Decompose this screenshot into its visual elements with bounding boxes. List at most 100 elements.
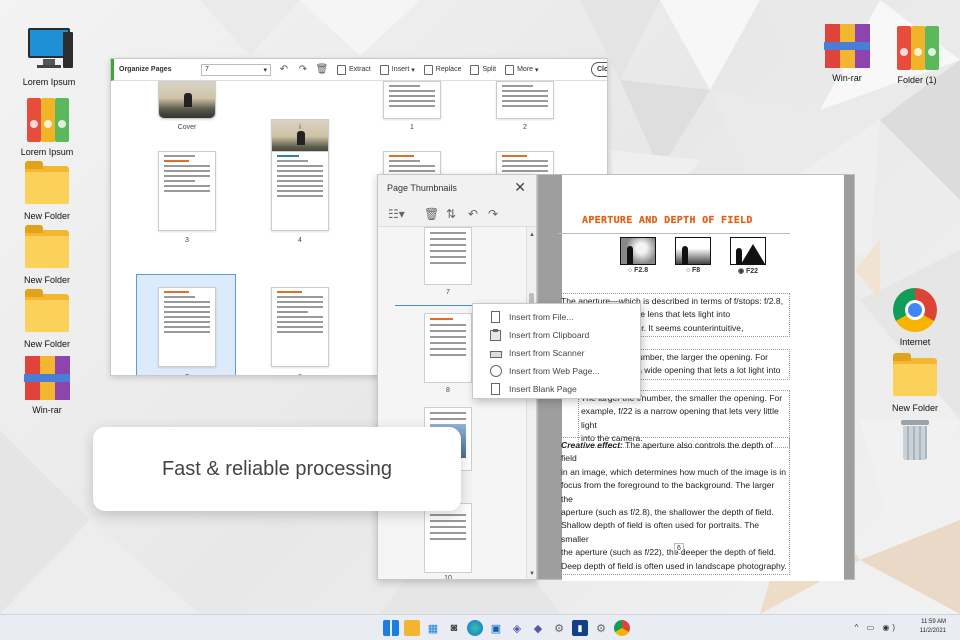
scroll-down-icon[interactable]: ▼ <box>529 571 535 577</box>
page-heading-text: APERTURE AND DEPTH OF FIELD <box>582 215 753 226</box>
insert-from-clipboard-item[interactable]: Insert from Clipboard <box>473 326 640 344</box>
panel-thumbnail-10[interactable] <box>424 503 472 573</box>
close-button[interactable]: Clo <box>591 62 607 77</box>
winrar-icon <box>23 354 71 402</box>
system-tray-icons[interactable]: ^ ▭ ◉) <box>855 623 898 632</box>
page-thumbnail-4[interactable] <box>271 151 329 231</box>
rotate-left-icon[interactable]: ↶ <box>278 64 290 76</box>
insert-from-web-page-item[interactable]: Insert from Web Page... <box>473 362 640 380</box>
file-explorer-icon[interactable] <box>404 620 420 636</box>
desktop-icon-new-folder[interactable]: New Folder <box>11 160 83 221</box>
desktop-icon-internet[interactable]: Internet <box>879 286 951 347</box>
folder-icon <box>23 160 71 208</box>
pdf-editor-icon[interactable]: ▮ <box>572 620 588 636</box>
page-label: 4 <box>298 237 302 244</box>
page-thumbnail-1[interactable] <box>383 81 441 119</box>
more-button[interactable]: More ▾ <box>505 64 539 75</box>
clipboard-icon <box>489 329 502 341</box>
chevron-down-icon: ▾ <box>263 66 267 74</box>
banner-text: Fast & reliable processing <box>161 457 393 480</box>
extract-icon <box>337 64 346 75</box>
page-label: Cover <box>177 124 197 131</box>
feature-banner: Fast & reliable processing <box>93 427 461 511</box>
page-select-value: 7 <box>205 66 209 73</box>
desktop-icon-label: New Folder <box>23 339 70 349</box>
page-select[interactable]: 7 ▾ <box>201 63 271 76</box>
aperture-f8-image <box>675 237 711 265</box>
extract-label: Extract <box>349 66 371 73</box>
taskbar: ▦ ◙ ▣ ◈ ◆ ⚙ ▮ ⚙ ^ ▭ ◉) 11:59 AM 11/2/202… <box>0 614 960 640</box>
panel-thumbnail-8[interactable] <box>424 313 472 383</box>
desktop-icon-label: Internet <box>899 337 931 347</box>
teams-icon[interactable]: ◈ <box>509 620 525 636</box>
split-button[interactable]: Split <box>470 64 496 75</box>
desktop-icon-label: Win-rar <box>832 73 862 83</box>
panel-scrollbar[interactable]: ▲ ▼ <box>526 227 536 579</box>
desktop-icon-winrar[interactable]: Win-rar <box>811 22 883 83</box>
page-thumbnail-2[interactable] <box>496 81 554 119</box>
page-heading: APERTURE AND DEPTH OF FIELD <box>582 215 844 226</box>
desktop-icon-new-folder[interactable]: New Folder <box>879 352 951 413</box>
panel-toolbar: ☷▾ 🗑 ⇅ ↶ ↷ <box>378 201 536 227</box>
thumbnail-options-icon[interactable]: ☷▾ <box>388 207 405 221</box>
page-thumbnail-3[interactable] <box>158 151 216 231</box>
rotate-left-icon[interactable]: ↶ <box>468 207 478 221</box>
desktop-icon-recycle-bin[interactable] <box>879 416 951 464</box>
close-icon[interactable]: ✕ <box>514 179 526 196</box>
chrome-icon <box>891 286 939 334</box>
menu-item-label: Insert from Scanner <box>509 348 585 358</box>
page-label: 7 <box>152 374 222 375</box>
store-icon[interactable]: ▣ <box>488 620 504 636</box>
gear-icon[interactable]: ⚙ <box>593 620 609 636</box>
desktop-icon-label: New Folder <box>23 275 70 285</box>
heading-rule <box>558 233 790 234</box>
insert-page-icon[interactable]: ⇅ <box>446 207 456 221</box>
desktop-icon-binders[interactable]: Lorem Ipsum <box>11 96 83 157</box>
extract-button[interactable]: Extract <box>337 64 371 75</box>
organize-toolbar: Organize Pages 7 ▾ ↶ ↷ 🗑 Extract Insert ▾… <box>111 59 607 81</box>
replace-button[interactable]: Replace <box>423 64 461 75</box>
widgets-icon[interactable]: ▦ <box>425 620 441 636</box>
folder-icon <box>891 352 939 400</box>
start-icon[interactable] <box>383 620 399 636</box>
aperture-illustrations: ○ F2.8 ○ F8 ◉ F22 <box>600 237 766 277</box>
rotate-right-icon[interactable]: ↷ <box>297 64 309 76</box>
binders-icon <box>893 24 941 72</box>
clock-date: 11/2/2021 <box>919 628 946 634</box>
insert-from-file-item[interactable]: Insert from File... <box>473 308 640 326</box>
taskbar-apps: ▦ ◙ ▣ ◈ ◆ ⚙ ▮ ⚙ <box>383 620 630 636</box>
trash-icon[interactable]: 🗑 <box>424 207 439 221</box>
globe-icon <box>489 365 502 377</box>
app-icon[interactable]: ◆ <box>530 620 546 636</box>
insert-blank-page-item[interactable]: Insert Blank Page <box>473 380 640 398</box>
aperture-label-text: F8 <box>692 267 701 274</box>
menu-item-label: Insert from Clipboard <box>509 330 590 340</box>
page-thumbnail-cover[interactable] <box>158 81 216 119</box>
chrome-icon[interactable] <box>614 620 630 636</box>
page-thumbnail-8[interactable] <box>271 287 329 367</box>
scanner-icon <box>489 347 502 359</box>
text-line: Deep depth of field is often used in lan… <box>561 560 787 571</box>
computer-icon <box>25 26 73 74</box>
folder-icon <box>23 288 71 336</box>
panel-thumbnail-7[interactable] <box>424 227 472 285</box>
page-thumbnail-7[interactable] <box>158 287 216 367</box>
scroll-up-icon[interactable]: ▲ <box>529 232 535 238</box>
desktop-icon-computer[interactable]: Lorem Ipsum <box>13 26 85 87</box>
desktop-icon-new-folder[interactable]: New Folder <box>11 288 83 349</box>
desktop-icon-new-folder[interactable]: New Folder <box>11 224 83 285</box>
settings-icon[interactable]: ⚙ <box>551 620 567 636</box>
desktop-icon-folder-1[interactable]: Folder (1) <box>881 24 953 85</box>
trash-icon[interactable]: 🗑 <box>316 64 329 76</box>
desktop-icon-winrar[interactable]: Win-rar <box>11 354 83 415</box>
split-icon <box>470 64 480 75</box>
camera-icon[interactable]: ◙ <box>446 620 462 636</box>
insert-button[interactable]: Insert ▾ <box>379 64 415 75</box>
organize-title: Organize Pages <box>119 66 172 73</box>
clock-time: 11:59 AM <box>921 619 946 625</box>
rotate-right-icon[interactable]: ↷ <box>488 207 498 221</box>
desktop-icon-label: Win-rar <box>32 405 62 415</box>
insert-from-scanner-item[interactable]: Insert from Scanner <box>473 344 640 362</box>
clock[interactable]: 11:59 AM 11/2/2021 <box>920 618 946 636</box>
edge-icon[interactable] <box>467 620 483 636</box>
